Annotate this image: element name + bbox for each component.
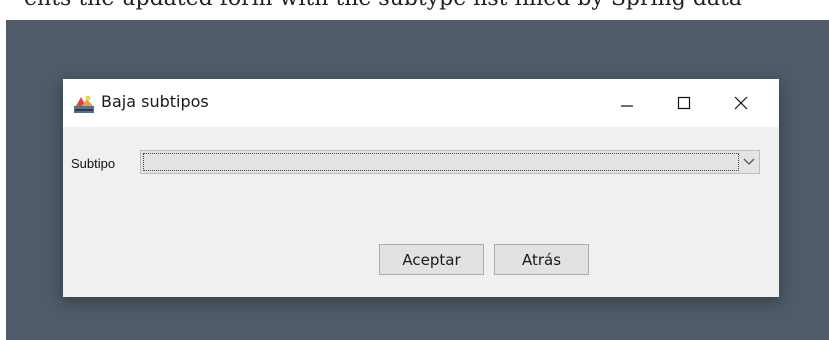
close-icon bbox=[734, 96, 748, 110]
desktop-background: Baja subtipos Subtipo Aceptar Atrás bbox=[6, 20, 829, 340]
dialog-window: Baja subtipos Subtipo Aceptar Atrás bbox=[63, 79, 779, 297]
back-button[interactable]: Atrás bbox=[494, 244, 589, 275]
title-bar[interactable]: Baja subtipos bbox=[63, 79, 779, 127]
close-button[interactable] bbox=[713, 79, 769, 127]
chevron-down-icon bbox=[743, 158, 755, 165]
minimize-icon bbox=[621, 105, 633, 107]
subtipo-label: Subtipo bbox=[71, 156, 116, 171]
page-background-strip: ents the updated form with the subtype l… bbox=[0, 0, 829, 20]
maximize-button[interactable] bbox=[656, 79, 712, 127]
cut-off-background-text: ents the updated form with the subtype l… bbox=[24, 0, 742, 11]
window-title: Baja subtipos bbox=[101, 92, 209, 111]
maximize-icon bbox=[677, 96, 691, 110]
java-app-icon bbox=[74, 95, 94, 113]
subtipo-combobox[interactable] bbox=[140, 150, 760, 174]
combobox-dropdown-button[interactable] bbox=[739, 151, 759, 173]
accept-button[interactable]: Aceptar bbox=[379, 244, 484, 275]
minimize-button[interactable] bbox=[599, 79, 655, 127]
combobox-focus-rect bbox=[143, 153, 739, 171]
